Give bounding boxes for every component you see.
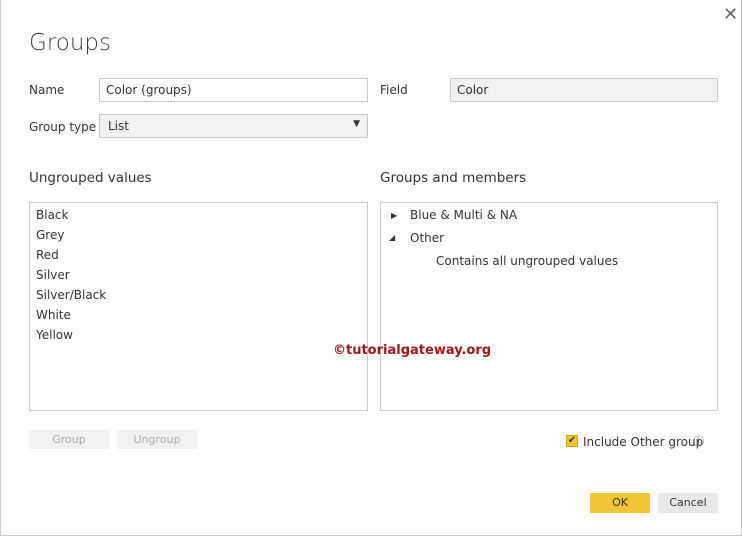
include-other-checkbox[interactable]: ✔ [566,435,578,447]
name-label: Name [29,83,65,97]
groups-heading: Groups and members [380,170,527,186]
list-item[interactable]: Black [30,205,367,225]
ungrouped-list[interactable]: Black Grey Red Silver Silver/Black White… [29,202,368,411]
list-item[interactable]: Silver/Black [30,285,367,305]
group-type-label: Group type [29,120,97,134]
group-type-select[interactable]: List ▼ [99,114,368,138]
ungroup-button[interactable]: Ungroup [117,430,197,449]
tree-item-group[interactable]: Blue & Multi & NA [410,208,517,222]
close-icon[interactable]: ✕ [723,4,738,25]
dialog-title: Groups [29,30,112,56]
groups-dialog: Groups ✕ Name Color (groups) Field Color… [0,0,742,536]
field-input: Color [450,78,718,102]
list-item[interactable]: Grey [30,225,367,245]
include-other-label: Include Other group [583,435,704,449]
tree-item-group[interactable]: Other [410,231,444,245]
ok-button[interactable]: OK [590,493,650,513]
list-item[interactable]: White [30,305,367,325]
list-item[interactable]: Red [30,245,367,265]
tree-item-member[interactable]: Contains all ungrouped values [436,254,618,268]
ungrouped-heading: Ungrouped values [29,170,152,186]
groups-tree[interactable]: ▶ Blue & Multi & NA ◢ Other Contains all… [380,202,718,411]
chevron-down-icon: ▼ [353,119,360,129]
group-type-value: List [108,119,129,133]
list-item[interactable]: Yellow [30,325,367,345]
field-label: Field [380,83,408,97]
list-item[interactable]: Silver [30,265,367,285]
collapse-icon[interactable]: ◢ [389,233,395,242]
name-input[interactable]: Color (groups) [99,78,368,102]
group-button[interactable]: Group [29,430,109,449]
expand-icon[interactable]: ▶ [391,211,397,220]
cancel-button[interactable]: Cancel [658,493,718,513]
info-icon[interactable]: ⓘ [693,433,704,449]
watermark: ©tutorialgateway.org [333,343,492,358]
